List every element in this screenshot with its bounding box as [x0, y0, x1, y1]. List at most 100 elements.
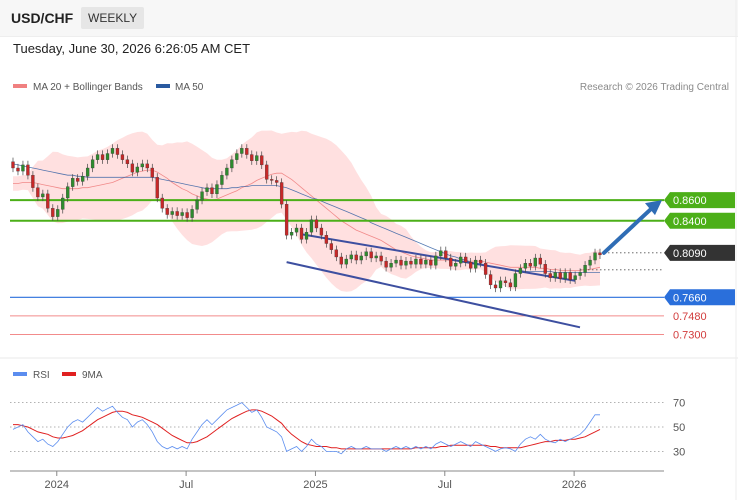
level-label-5: 0.7300 [673, 330, 707, 342]
legend-label-ma50: MA 50 [175, 82, 204, 93]
candle-body [588, 259, 592, 266]
candle-body [319, 227, 324, 236]
research-credit: Research © 2026 Trading Central [580, 82, 729, 93]
candle-body [314, 219, 319, 229]
candle-body [598, 252, 602, 256]
candle-body [488, 274, 493, 286]
candle-body [518, 268, 523, 274]
candle-body [95, 154, 100, 160]
candle-body [424, 259, 428, 265]
candle-body [195, 199, 199, 210]
rsi-panel: 70 50 30 [10, 398, 685, 458]
candle-body [563, 272, 567, 279]
candle-body [270, 179, 274, 181]
candle-body [66, 186, 70, 199]
candle-body [180, 212, 184, 216]
candle-body [538, 257, 542, 265]
legend-swatch-rsi [13, 372, 27, 376]
candle-body [260, 155, 264, 166]
candle-body [155, 177, 159, 199]
candle-body [578, 272, 582, 276]
candle-body [324, 235, 329, 244]
candle-body [16, 167, 20, 172]
candle-body [250, 154, 254, 161]
candle-body [399, 259, 403, 266]
candle-body [469, 261, 473, 269]
candle-body [150, 167, 154, 178]
rsi-line [12, 402, 600, 455]
candle-body [120, 154, 125, 160]
candle-body [583, 265, 587, 273]
candle-body [419, 258, 423, 265]
candle-body [394, 259, 398, 264]
candle-body [528, 263, 532, 267]
x-tick-label: Jul [179, 479, 193, 491]
candle-body [31, 175, 35, 188]
legend-swatch-ma20 [13, 84, 27, 88]
chart-page: USD/CHF WEEKLY Tuesday, June 30, 2026 6:… [0, 0, 738, 500]
candle-body [165, 208, 169, 215]
x-axis: 2024 Jul 2025 Jul 2026 [10, 470, 664, 491]
candle-body [434, 255, 438, 266]
candle-body [354, 254, 358, 261]
legend-label-9ma: 9MA [82, 370, 103, 381]
candle-body [140, 163, 144, 168]
level-label-2: 0.8090 [673, 248, 707, 260]
legend-swatch-9ma [62, 372, 76, 376]
candle-body [26, 164, 30, 176]
candle-body [439, 250, 443, 257]
candle-body [289, 231, 294, 236]
candle-body [414, 258, 418, 265]
arrow-layer [602, 200, 662, 255]
candle-body [135, 166, 140, 173]
candle-body [404, 260, 408, 266]
candle-body [130, 163, 135, 173]
candle-body [284, 204, 289, 236]
candle-body [508, 282, 513, 288]
candle-body [200, 191, 204, 201]
candle-body [265, 164, 269, 180]
candle-body [145, 163, 149, 169]
candle-body [230, 159, 234, 169]
candle-body [523, 263, 528, 269]
candle-body [503, 280, 508, 283]
candle-body [513, 273, 518, 288]
candle-body [349, 254, 353, 260]
candle-body [71, 178, 75, 187]
candle-body [190, 209, 194, 218]
candle-body [533, 257, 537, 267]
level-label-4: 0.7480 [673, 311, 707, 323]
x-tick-label: 2026 [562, 479, 586, 491]
candle-body [493, 284, 498, 289]
candle-body [339, 256, 343, 265]
candle-body [210, 187, 214, 195]
candle-body [449, 257, 453, 267]
x-tick-label: 2025 [303, 479, 327, 491]
candle-body [185, 212, 189, 218]
candle-body [334, 249, 338, 258]
candle-body [548, 273, 552, 278]
level-tags-layer: 0.8600 0.8400 0.8090 0.7660 0.7480 0.7300 [664, 192, 735, 342]
candle-body [100, 154, 105, 160]
x-tick-label: 2024 [45, 479, 69, 491]
candle-body [568, 272, 572, 280]
candle-body [429, 259, 433, 266]
rsi-tick-label: 30 [673, 446, 685, 458]
candle-body [170, 211, 174, 215]
candle-body [36, 187, 40, 198]
candle-body [299, 227, 304, 240]
candle-body [369, 251, 373, 259]
level-label-0: 0.8600 [673, 195, 707, 207]
candle-body [275, 180, 279, 183]
candle-body [21, 164, 25, 172]
rsi-tick-label: 70 [673, 398, 685, 410]
candle-body [255, 155, 259, 161]
candle-body [464, 256, 468, 263]
candle-body [573, 275, 577, 280]
candle-body [110, 148, 115, 154]
candle-body [46, 193, 50, 209]
candle-body [478, 259, 483, 264]
candle-body [364, 251, 368, 257]
legend-swatch-ma50 [156, 84, 170, 88]
candle-body [543, 264, 547, 274]
